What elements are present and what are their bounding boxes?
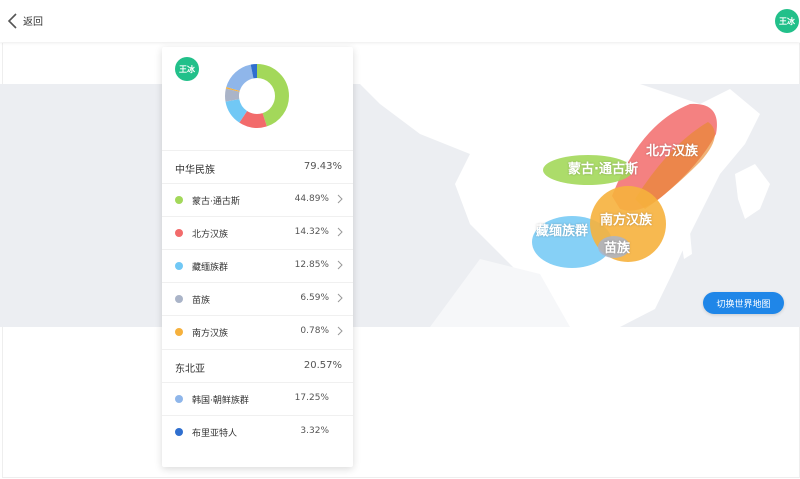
chevron-left-icon[interactable] — [6, 11, 20, 31]
item-label: 布里亚特人 — [192, 429, 238, 439]
group-label: 中华民族 — [175, 165, 215, 176]
list-item[interactable]: 蒙古·通古斯 44.89% — [162, 183, 353, 216]
group-percentage: 79.43% — [303, 161, 342, 172]
chevron-right-icon — [337, 326, 343, 336]
ancestry-panel: 王冰 中华民族 79.43% 蒙古·通古斯 44.89% 北方汉族 14.32%… — [162, 47, 353, 467]
legend-dot — [175, 262, 183, 270]
top-bar: 返回 王冰 — [0, 0, 800, 42]
list-item[interactable]: 南方汉族 0.78% — [162, 315, 353, 348]
group-row-northeast-asia[interactable]: 东北亚 20.57% — [162, 349, 353, 382]
map-view[interactable]: 蒙古·通古斯 北方汉族 藏缅族群 南方汉族 苗族 — [0, 84, 800, 327]
item-percentage: 6.59% — [300, 293, 329, 303]
chevron-right-icon — [337, 194, 343, 204]
group-percentage: 20.57% — [303, 360, 342, 371]
map-label-tibeto-burman: 藏缅族群 — [536, 224, 589, 239]
switch-world-map-button[interactable]: 切换世界地图 — [703, 292, 784, 314]
item-percentage: 3.32% — [300, 426, 329, 436]
ancestry-donut-chart — [225, 64, 289, 128]
item-label: 藏缅族群 — [192, 263, 229, 273]
user-avatar[interactable]: 王冰 — [775, 9, 799, 33]
chevron-right-icon — [337, 260, 343, 270]
item-label: 蒙古·通古斯 — [192, 197, 240, 207]
item-percentage: 17.25% — [294, 393, 329, 403]
group-row-chinese[interactable]: 中华民族 79.43% — [162, 150, 353, 183]
list-item[interactable]: 布里亚特人 3.32% — [162, 415, 353, 448]
list-item[interactable]: 北方汉族 14.32% — [162, 216, 353, 249]
item-label: 苗族 — [192, 296, 211, 306]
list-item[interactable]: 韩国·朝鲜族群 17.25% — [162, 382, 353, 415]
legend-dot — [175, 196, 183, 204]
item-percentage: 14.32% — [294, 227, 329, 237]
legend-dot — [175, 428, 183, 436]
item-label: 南方汉族 — [192, 329, 229, 339]
map-label-miao: 苗族 — [604, 241, 631, 256]
item-percentage: 44.89% — [294, 194, 329, 204]
map-canvas — [0, 84, 800, 327]
map-label-south-han: 南方汉族 — [600, 213, 653, 228]
legend-dot — [175, 395, 183, 403]
list-item[interactable]: 藏缅族群 12.85% — [162, 249, 353, 282]
item-label: 北方汉族 — [192, 230, 229, 240]
list-item[interactable]: 苗族 6.59% — [162, 282, 353, 315]
item-label: 韩国·朝鲜族群 — [192, 396, 249, 406]
chevron-right-icon — [337, 293, 343, 303]
legend-dot — [175, 295, 183, 303]
legend-dot — [175, 328, 183, 336]
chevron-right-icon — [337, 227, 343, 237]
map-label-north-han: 北方汉族 — [646, 144, 699, 159]
legend-dot — [175, 229, 183, 237]
item-percentage: 0.78% — [300, 326, 329, 336]
group-label: 东北亚 — [175, 364, 205, 375]
back-button[interactable]: 返回 — [23, 13, 43, 28]
panel-avatar: 王冰 — [175, 57, 199, 81]
map-label-mongol-tungus: 蒙古·通古斯 — [568, 162, 638, 177]
item-percentage: 12.85% — [294, 260, 329, 270]
